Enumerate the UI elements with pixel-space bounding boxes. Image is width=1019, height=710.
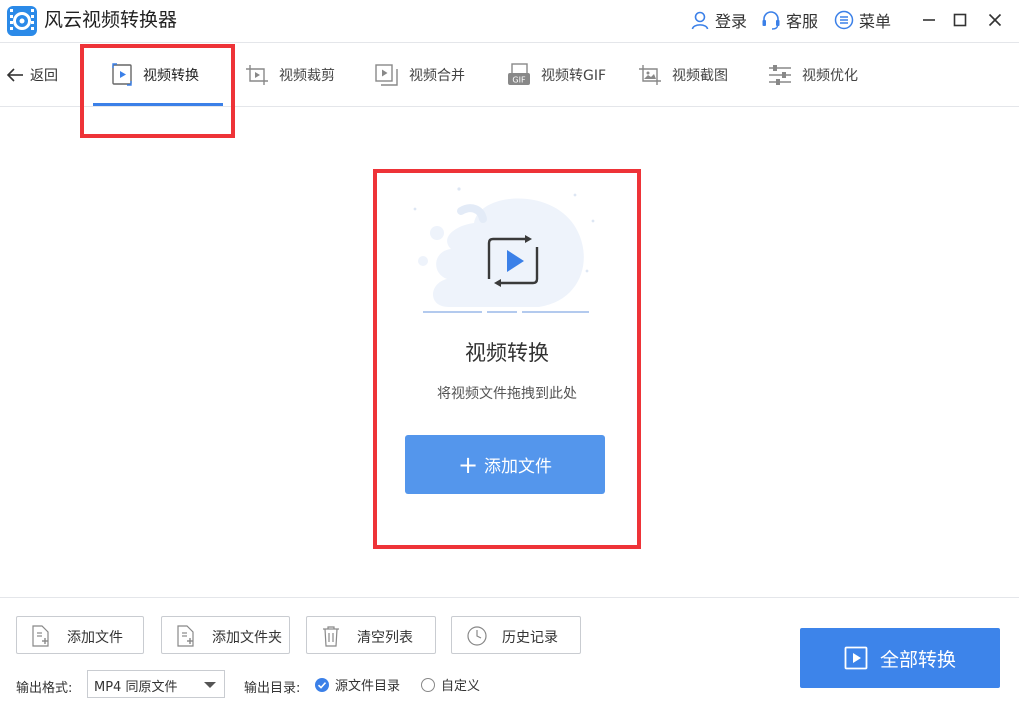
optimize-icon xyxy=(769,65,791,85)
drop-zone-hint: 将视频文件拖拽到此处 xyxy=(437,386,577,402)
bottom-toolbar: 添加文件 添加文件夹 清空列表 历史记录 输出格式: MP4 同原文件 输出目录… xyxy=(0,597,1019,710)
gif-icon: GIF xyxy=(508,63,530,85)
close-icon xyxy=(988,13,1002,27)
add-file-button[interactable]: 添加文件 xyxy=(16,616,144,654)
tab-video-merge[interactable]: 视频合并 xyxy=(375,43,465,107)
radio-unchecked-icon xyxy=(421,677,435,692)
history-button[interactable]: 历史记录 xyxy=(451,616,581,654)
output-dir-source-radio[interactable]: 源文件目录 xyxy=(315,675,400,694)
output-dir-custom-label: 自定义 xyxy=(441,679,481,694)
tab-video-crop-label: 视频裁剪 xyxy=(279,68,335,84)
close-button[interactable] xyxy=(982,8,1008,32)
add-folder-button[interactable]: 添加文件夹 xyxy=(161,616,290,654)
customer-service-label: 客服 xyxy=(786,12,819,31)
tab-video-optimize[interactable]: 视频优化 xyxy=(768,43,858,107)
maximize-icon xyxy=(953,13,967,27)
add-file-icon xyxy=(32,625,49,647)
output-format-label: 输出格式: xyxy=(16,681,73,696)
active-tab-indicator xyxy=(93,103,223,106)
output-dir-source-label: 源文件目录 xyxy=(335,679,401,694)
login-button[interactable]: 登录 xyxy=(690,9,747,31)
title-bar: 风云视频转换器 登录 客服 菜单 xyxy=(0,0,1019,42)
customer-service-button[interactable]: 客服 xyxy=(761,9,818,31)
convert-all-button[interactable]: 全部转换 xyxy=(800,628,1000,688)
app-logo-icon xyxy=(7,6,37,36)
radio-checked-icon xyxy=(315,677,329,692)
video-convert-icon xyxy=(112,63,132,86)
video-merge-icon xyxy=(375,64,398,86)
output-dir-label: 输出目录: xyxy=(244,681,301,696)
tab-video-crop[interactable]: 视频裁剪 xyxy=(245,43,335,107)
tab-video-convert[interactable]: 视频转换 xyxy=(93,43,223,107)
tab-video-screenshot-label: 视频截图 xyxy=(672,68,728,84)
app-title: 风云视频转换器 xyxy=(44,9,178,31)
back-label: 返回 xyxy=(30,68,58,84)
arrow-left-icon xyxy=(6,68,23,82)
function-tab-bar: 返回 视频转换 视频裁剪 视频合并 GIF 视频转GIF 视频截图 视频优化 xyxy=(0,42,1019,107)
headset-icon xyxy=(762,11,780,30)
add-file-label: 添加文件 xyxy=(67,630,123,646)
menu-label: 菜单 xyxy=(859,12,892,31)
login-label: 登录 xyxy=(715,12,748,31)
tab-video-screenshot[interactable]: 视频截图 xyxy=(638,43,728,107)
add-folder-label: 添加文件夹 xyxy=(212,630,282,646)
screenshot-icon xyxy=(639,65,661,85)
play-icon xyxy=(844,646,868,670)
tab-video-to-gif-label: 视频转GIF xyxy=(541,68,607,84)
convert-all-label: 全部转换 xyxy=(879,648,956,671)
caret-down-icon xyxy=(204,682,216,688)
video-crop-icon xyxy=(246,65,268,85)
output-dir-custom-radio[interactable]: 自定义 xyxy=(421,675,480,694)
video-convert-illustration xyxy=(413,187,595,313)
output-format-select[interactable]: MP4 同原文件 xyxy=(87,670,225,698)
menu-button[interactable]: 菜单 xyxy=(834,9,891,31)
back-button[interactable]: 返回 xyxy=(6,65,58,85)
trash-icon xyxy=(323,626,339,647)
minimize-button[interactable] xyxy=(916,8,942,32)
clear-list-label: 清空列表 xyxy=(357,630,413,646)
clock-icon xyxy=(467,626,487,646)
plus-icon: + xyxy=(457,450,479,479)
tab-video-to-gif[interactable]: GIF 视频转GIF xyxy=(507,43,606,107)
svg-text:GIF: GIF xyxy=(512,76,526,85)
tab-video-convert-label: 视频转换 xyxy=(143,68,199,84)
drop-zone[interactable]: 视频转换 将视频文件拖拽到此处 + 添加文件 xyxy=(379,175,635,543)
add-file-primary-label: 添加文件 xyxy=(484,457,553,477)
output-format-value: MP4 同原文件 xyxy=(94,680,178,695)
maximize-button[interactable] xyxy=(947,8,973,32)
tab-video-optimize-label: 视频优化 xyxy=(802,68,858,84)
drop-zone-title: 视频转换 xyxy=(465,341,549,365)
add-file-primary-button[interactable]: + 添加文件 xyxy=(405,435,605,494)
menu-icon xyxy=(834,10,854,30)
add-folder-icon xyxy=(177,625,194,647)
tab-video-merge-label: 视频合并 xyxy=(409,68,465,84)
clear-list-button[interactable]: 清空列表 xyxy=(306,616,436,654)
history-label: 历史记录 xyxy=(502,630,558,646)
minimize-icon xyxy=(923,19,935,21)
user-icon xyxy=(691,11,709,30)
